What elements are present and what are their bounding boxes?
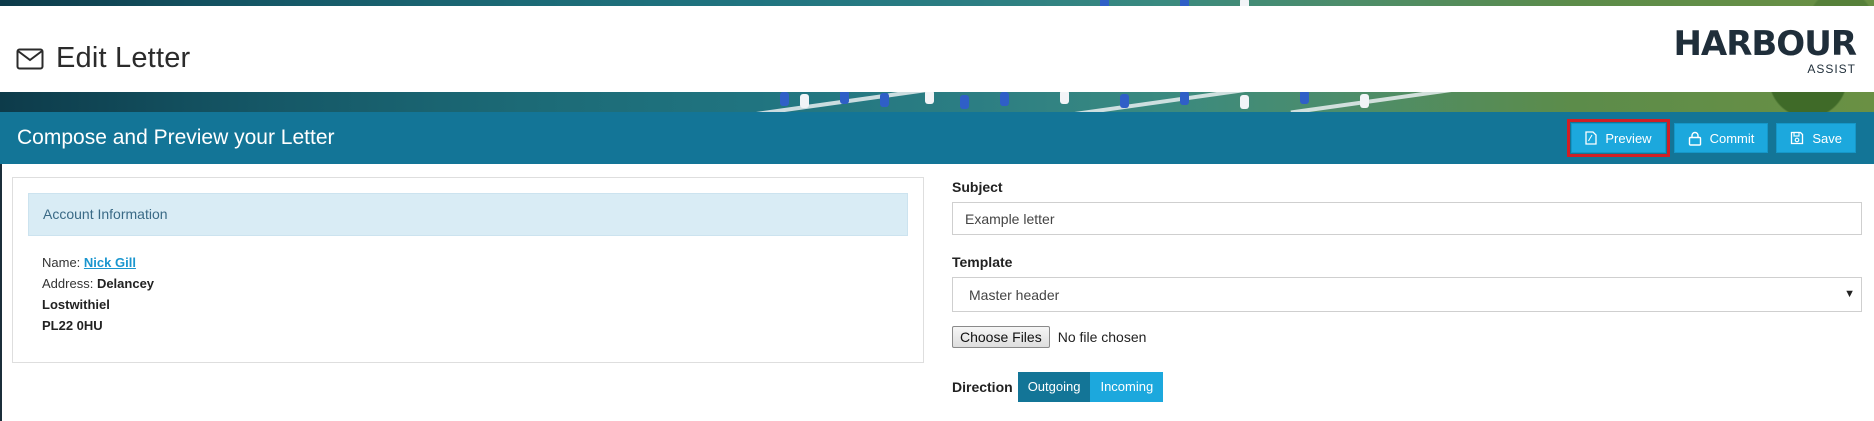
envelope-icon	[16, 48, 44, 70]
commit-button-label: Commit	[1709, 130, 1755, 146]
account-address-row: Address: Delancey	[42, 273, 154, 294]
letter-form: Subject Example letter Template Master h…	[952, 176, 1862, 402]
commit-button[interactable]: Commit	[1673, 123, 1769, 153]
save-button-label: Save	[1812, 130, 1842, 146]
account-information-panel: Account Information Name: Nick Gill Addr…	[12, 177, 924, 363]
preview-button[interactable]: Preview	[1567, 119, 1670, 157]
dropdown-caret-icon: ▼	[1844, 288, 1855, 300]
logo-wordmark: HARBOUR	[1673, 24, 1857, 64]
toolbar-title: Compose and Preview your Letter	[17, 126, 335, 149]
pdf-file-icon	[1585, 131, 1597, 145]
harbour-assist-logo[interactable]: HARBOUR ASSIST	[1673, 24, 1857, 80]
preview-button-label: Preview	[1605, 130, 1652, 146]
address-line-2: Lostwithiel	[42, 297, 110, 312]
account-name-label: Name:	[42, 255, 81, 270]
subject-label: Subject	[952, 179, 1003, 195]
subject-input[interactable]: Example letter	[952, 202, 1862, 235]
page-title: Edit Letter	[16, 42, 190, 75]
compose-toolbar: Compose and Preview your Letter Preview …	[0, 112, 1874, 164]
template-label: Template	[952, 254, 1013, 270]
address-line-1: Delancey	[96, 276, 155, 291]
direction-outgoing-toggle[interactable]: Outgoing	[1017, 372, 1091, 402]
account-name-link[interactable]: Nick Gill	[84, 255, 136, 270]
page-edge-divider	[0, 164, 2, 421]
address-line-3: PL22 0HU	[42, 318, 103, 333]
page-title-text: Edit Letter	[56, 42, 191, 74]
choose-files-button[interactable]: Choose Files	[952, 326, 1050, 348]
file-upload-row: Choose Files No file chosen	[952, 326, 1862, 348]
direction-label: Direction	[952, 379, 1013, 395]
template-select[interactable]: Master header ▼	[952, 277, 1862, 312]
template-selected-value: Master header	[969, 287, 1060, 303]
account-information-heading: Account Information	[28, 193, 908, 236]
floppy-disk-icon	[1790, 131, 1804, 145]
direction-incoming-toggle[interactable]: Incoming	[1090, 372, 1164, 402]
lock-icon	[1688, 131, 1702, 146]
logo-subtitle: ASSIST	[1807, 62, 1856, 76]
save-button[interactable]: Save	[1776, 123, 1856, 153]
direction-row: Direction Outgoing Incoming	[952, 372, 1862, 402]
account-details: Name: Nick Gill Address: Delancey Lostwi…	[42, 252, 154, 336]
no-file-chosen-text: No file chosen	[1057, 329, 1147, 345]
account-name-row: Name: Nick Gill	[42, 252, 154, 273]
header: Edit Letter HARBOUR ASSIST	[0, 6, 1874, 92]
account-address-label: Address:	[42, 276, 94, 291]
toolbar-actions: Preview Commit Save	[1567, 119, 1856, 157]
